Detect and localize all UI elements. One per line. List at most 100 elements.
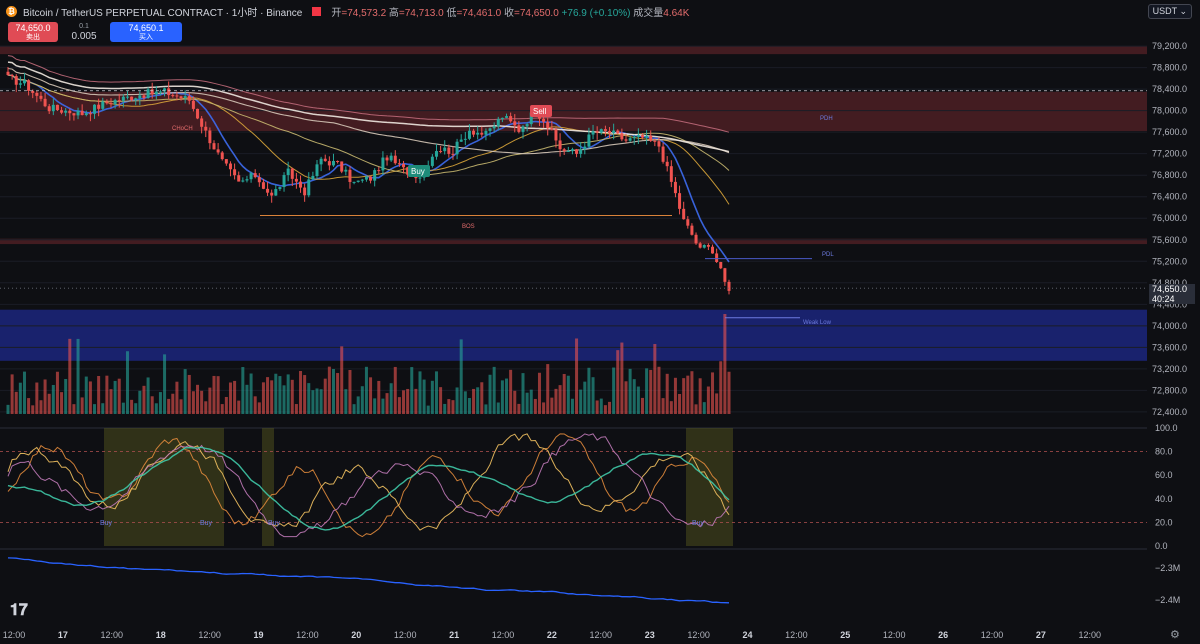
candle-body [715,253,719,262]
candle-body [496,119,500,127]
candle-body [80,110,84,116]
price-tick-label: 77,200.0 [1152,149,1187,159]
volume-bar [377,380,381,414]
candle-body [72,113,76,116]
volume-bar [245,384,249,414]
candle-body [360,179,364,181]
candle-body [484,130,488,135]
candle-body [702,245,706,248]
volume-bar [480,382,484,414]
candle-body [274,189,278,196]
candle-body [476,132,480,135]
candle-body [488,128,492,131]
oscillator-buy-label: Buy [268,520,281,527]
annotation-label: CHoCH [172,126,193,132]
candle-body [113,100,117,105]
candle-body [587,134,591,147]
volume-bar [97,376,101,414]
candle-body [645,135,649,138]
candle-body [51,104,55,112]
volume-bar [154,403,158,414]
volume-bar [55,371,59,414]
volume-bar [113,380,117,414]
volume-bar [80,397,84,414]
candle-body [47,106,51,112]
volume-bar [406,388,410,414]
volume-bar [84,376,88,414]
volume-bar [101,403,105,414]
candle-body [228,163,232,170]
candle-body [558,140,562,150]
oscillator-tick-label: 100.0 [1155,423,1178,433]
settings-icon[interactable]: ⚙ [1170,628,1180,641]
candle-body [381,157,385,171]
candle-body [430,156,434,166]
candle-body [150,89,154,95]
time-tick-label: 27 [1036,630,1046,640]
candle-body [542,118,546,122]
candle-body [208,130,212,144]
oscillator-tick-label: 20.0 [1155,517,1173,527]
candle-body [706,245,710,247]
volume-bar [645,368,649,414]
volume-bar [43,379,47,414]
volume-bar [657,366,661,414]
flag-icon[interactable] [312,6,322,16]
candle-body [579,149,583,154]
candle-body [10,75,14,77]
volume-bar [14,391,18,414]
volume-bar [51,384,55,414]
candle-body [640,135,644,138]
candle-body [249,173,253,180]
volume-bar [402,390,406,414]
candle-body [101,101,105,109]
volume-bar [620,342,624,414]
candle-body [158,91,162,93]
candle-body [451,153,455,155]
volume-bar [694,404,698,414]
time-tick-label: 26 [938,630,948,640]
volume-bar [196,384,200,414]
annotation-label: PDL [822,252,834,258]
price-tick-label: 76,000.0 [1152,213,1187,223]
candle-body [68,110,72,114]
volume-bar [10,374,14,414]
price-tick-label: 74,000.0 [1152,321,1187,331]
candle-body [669,166,673,182]
volume-bar [327,366,331,414]
volume-bar [632,379,636,414]
candle-body [245,179,249,181]
candle-body [109,103,113,105]
volume-bar [492,366,496,414]
candle-body [711,246,715,254]
candle-body [146,89,150,99]
volume-bar [525,392,529,414]
time-tick-label: 12:00 [3,630,26,640]
volume-bar [253,396,257,414]
candle-body [447,147,451,154]
candle-body [93,104,97,114]
time-tick-label: 12:00 [785,630,808,640]
volume-bar [336,373,340,414]
candle-body [340,161,344,172]
candle-body [105,101,109,104]
volume-bar [68,338,72,414]
volume-bar [385,393,389,414]
oscillator-buy-label: Buy [200,520,213,527]
currency-selector[interactable]: USDT ⌄ [1147,4,1192,19]
buy-button[interactable]: 74,650.1 买入 [110,22,182,42]
price-chart[interactable]: 79,200.0 78,800.0 78,400.0 78,000.0 77,600.0… [0,0,1200,644]
candle-body [261,182,265,189]
symbol-title[interactable]: Bitcoin / TetherUS PERPETUAL CONTRACT · … [23,4,302,19]
candle-body [467,130,471,139]
lower-pane-tick-label: −2.3M [1155,563,1180,573]
candle-body [377,170,381,172]
sell-button[interactable]: 74,650.0 卖出 [8,22,58,42]
volume-bar [266,377,270,414]
volume-bar [509,369,513,414]
volume-bar [282,385,286,414]
candle-body [628,138,632,141]
candle-body [18,83,22,85]
candle-body [266,188,270,193]
volume-bar [109,389,113,414]
